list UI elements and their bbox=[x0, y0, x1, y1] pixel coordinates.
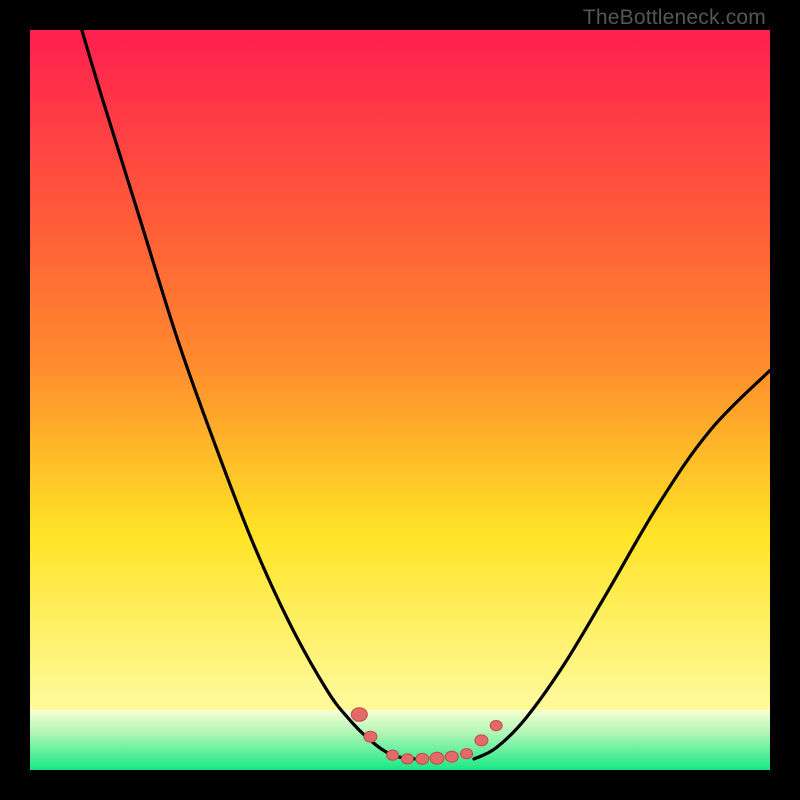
outer-frame: TheBottleneck.com bbox=[0, 0, 800, 800]
data-dot bbox=[364, 731, 377, 742]
curves-svg bbox=[30, 30, 770, 770]
data-dot bbox=[461, 749, 473, 759]
plot-area bbox=[30, 30, 770, 770]
data-dot bbox=[445, 751, 458, 762]
data-dot bbox=[351, 708, 367, 722]
data-dot bbox=[475, 735, 488, 746]
data-dot bbox=[387, 750, 399, 760]
right-curve bbox=[474, 370, 770, 759]
left-curve bbox=[82, 30, 415, 759]
data-dot bbox=[490, 721, 502, 731]
data-dot bbox=[401, 754, 413, 764]
data-dot bbox=[430, 752, 444, 764]
data-dot bbox=[416, 753, 429, 764]
watermark-text: TheBottleneck.com bbox=[583, 6, 766, 30]
